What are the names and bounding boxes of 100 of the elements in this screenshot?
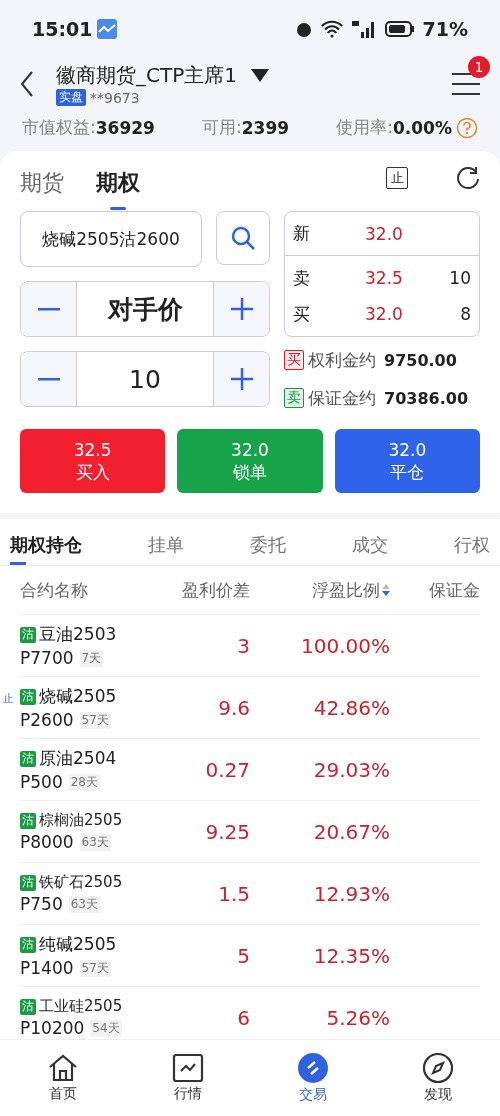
column-header: 盈利价差 (182, 579, 250, 600)
put-tag: 沽 (20, 626, 36, 643)
plus-icon (229, 367, 254, 391)
nav-tab[interactable]: 首页 (0, 1040, 125, 1116)
column-header[interactable]: 浮盈比例 (312, 578, 380, 602)
profit-spread: 9.25 (205, 819, 250, 844)
put-tag: 沽 (20, 812, 36, 829)
profit-spread: 9.6 (218, 695, 250, 720)
estimate-value: 70386.00 (384, 388, 468, 408)
profit-spread: 3 (237, 633, 250, 658)
profit-spread: 6 (237, 1005, 250, 1030)
profit-ratio: 12.93% (313, 881, 390, 906)
summary-label: 可用: (202, 116, 242, 139)
quote-volume: 8 (459, 304, 471, 324)
summary-value: 36929 (95, 117, 155, 138)
strike-price: P1400 (20, 958, 74, 978)
strike-price: P7700 (20, 648, 74, 668)
days-left: 54天 (90, 1019, 122, 1037)
estimate-value: 9750.00 (384, 350, 457, 370)
minus-icon (37, 377, 60, 381)
chart-icon (171, 1053, 204, 1083)
estimate-label: 权利金约 (308, 348, 376, 372)
refresh-icon[interactable] (456, 166, 480, 190)
summary-value: 2399 (241, 117, 290, 138)
column-header: 保证金 (429, 579, 480, 600)
stop-order-button[interactable]: 止 (386, 167, 408, 189)
notification-badge: 1 (468, 56, 490, 78)
exchange-icon (296, 1052, 329, 1084)
put-tag: 沽 (20, 874, 36, 891)
quote-label: 买 (293, 302, 311, 326)
profit-ratio: 20.67% (313, 819, 390, 844)
dropdown-icon[interactable] (250, 68, 269, 83)
search-button[interactable] (216, 211, 270, 265)
increase-button[interactable] (214, 282, 269, 336)
side-tag: 买 (284, 350, 304, 370)
put-tag: 沽 (20, 998, 36, 1015)
column-header: 合约名称 (20, 579, 88, 600)
profit-ratio: 5.26% (326, 1005, 390, 1030)
nav-tab[interactable]: 行情 (125, 1040, 250, 1116)
quote-price: 32.5 (365, 268, 404, 288)
battery-icon (384, 21, 415, 37)
side-tag: 卖 (284, 388, 304, 408)
buy-button[interactable]: 32.5 买入 (20, 429, 166, 493)
put-tag: 沽 (20, 936, 36, 953)
nav-tab[interactable]: 发现 (375, 1040, 500, 1116)
summary-value: 0.00% (393, 117, 452, 138)
account-title: 徽商期货_CTP主席1 (56, 62, 237, 89)
profit-ratio: 42.86% (313, 695, 390, 720)
days-left: 28天 (68, 773, 100, 791)
compass-icon (421, 1052, 454, 1084)
summary-label: 市值权益: (22, 116, 96, 139)
days-left: 57天 (79, 711, 111, 729)
mode-tab[interactable]: 期货 (20, 158, 64, 210)
position-tab[interactable]: 挂单 (148, 533, 184, 565)
days-left: 63天 (68, 895, 100, 913)
position-tab[interactable]: 委托 (250, 533, 286, 565)
close-position-button[interactable]: 32.0 平仓 (334, 429, 480, 493)
mode-tab[interactable]: 期权 (96, 158, 140, 210)
profit-spread: 1.5 (218, 881, 250, 906)
contract-name: 豆油2503 (39, 623, 117, 646)
sort-icon[interactable] (382, 583, 390, 597)
contract-name: 棕榈油2505 (39, 811, 123, 830)
search-icon (230, 225, 256, 251)
contract-name: 烧碱2505 (39, 685, 117, 708)
quote-label: 卖 (293, 266, 311, 290)
account-number: **9673 (90, 89, 140, 106)
strike-price: P10200 (20, 1018, 85, 1038)
profit-ratio: 29.03% (313, 757, 390, 782)
signal-icon (350, 20, 377, 38)
back-icon[interactable] (20, 71, 34, 97)
position-tab[interactable]: 期权持仓 (10, 533, 82, 565)
summary-label: 使用率: (336, 116, 393, 139)
profit-ratio: 12.35% (313, 943, 390, 968)
contract-name: 铁矿石2505 (39, 873, 123, 892)
minus-icon (37, 307, 60, 311)
position-tab[interactable]: 行权 (454, 533, 490, 565)
strike-price: P500 (20, 772, 63, 792)
status-time: 15:01 (32, 18, 93, 40)
put-tag: 沽 (20, 750, 36, 767)
days-left: 57天 (79, 959, 111, 977)
position-tab[interactable]: 成交 (352, 533, 388, 565)
profit-ratio: 100.00% (301, 633, 390, 658)
contract-name: 原油2504 (39, 747, 117, 770)
strike-price: P2600 (20, 710, 74, 730)
quote-price: 32.0 (365, 304, 404, 324)
contract-field[interactable]: 烧碱2505沽2600 (20, 211, 202, 267)
strike-price: P8000 (20, 832, 74, 852)
battery-level: 71% (422, 18, 468, 40)
contract-name: 纯碱2505 (39, 933, 117, 956)
lock-button[interactable]: 32.0 锁单 (177, 429, 323, 493)
profit-spread: 5 (237, 943, 250, 968)
account-tag: 实盘 (56, 89, 86, 106)
days-left: 63天 (79, 833, 111, 851)
quote-volume: 10 (448, 268, 471, 288)
contract-name: 工业硅2505 (39, 997, 123, 1016)
plus-icon (229, 297, 254, 321)
increase-button[interactable] (214, 352, 269, 406)
menu-icon[interactable] (452, 72, 480, 96)
days-left: 7天 (79, 649, 104, 667)
nav-tab[interactable]: 交易 (250, 1040, 375, 1116)
